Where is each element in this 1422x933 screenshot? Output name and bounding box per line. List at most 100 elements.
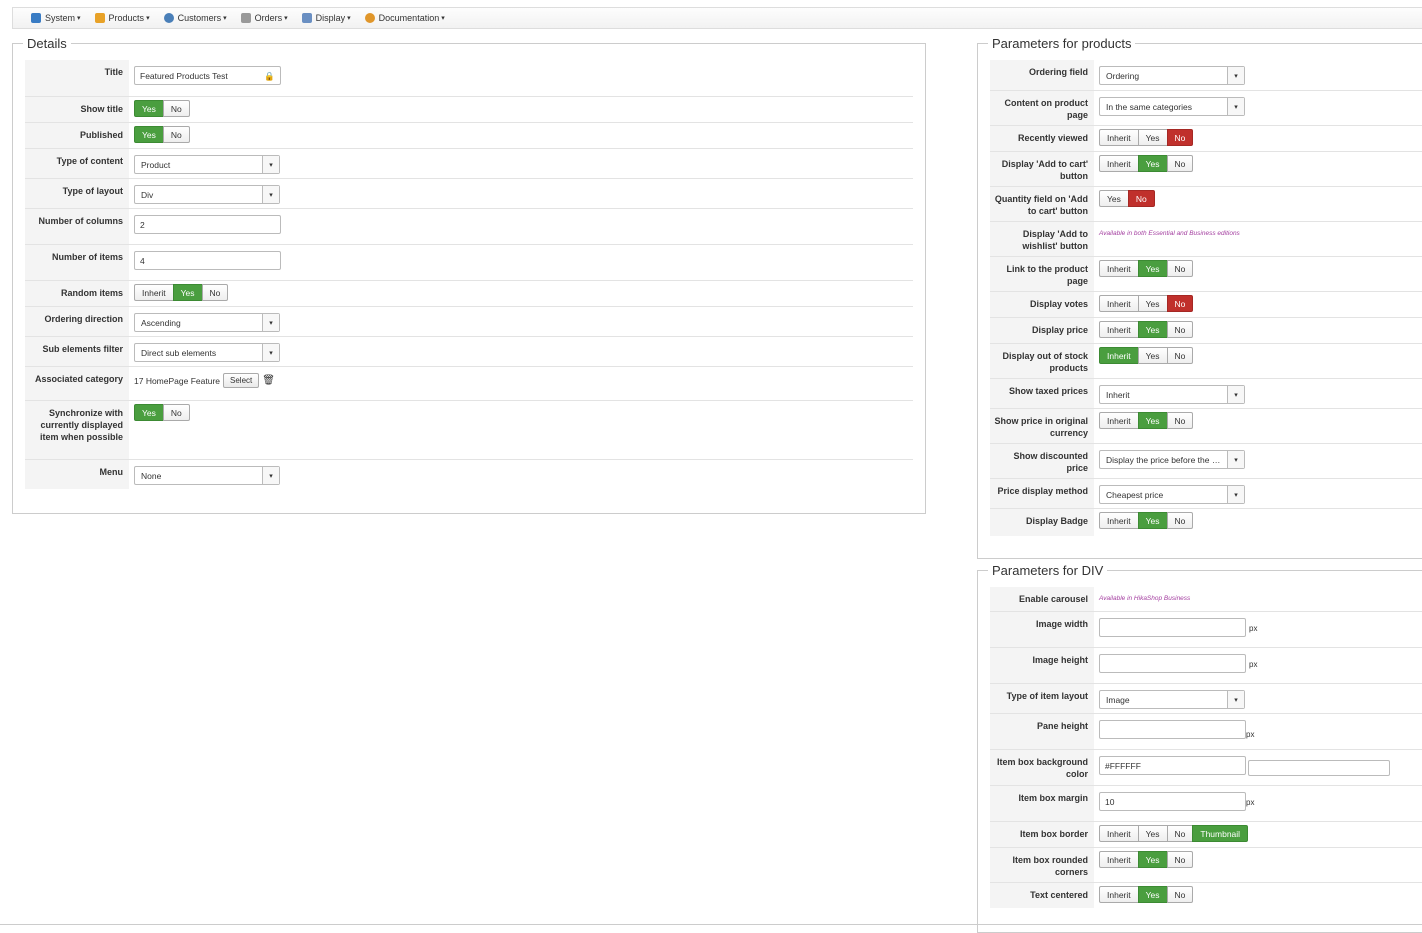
row-display-price: Display price Inherit Yes No [990, 317, 1422, 343]
original-currency-no[interactable]: No [1166, 412, 1194, 429]
random-items-yes[interactable]: Yes [172, 284, 203, 301]
customers-icon [163, 13, 174, 23]
item-layout-select[interactable]: Image ▾ [1099, 690, 1245, 709]
display-price-inherit[interactable]: Inherit [1099, 321, 1139, 338]
display-badge-yes[interactable]: Yes [1137, 512, 1168, 529]
published-no[interactable]: No [162, 126, 190, 143]
products-legend: Parameters for products [992, 36, 1132, 51]
ordering-direction-select[interactable]: Ascending ▾ [134, 313, 280, 332]
trash-icon[interactable]: 🗑 [262, 375, 275, 386]
box-border-no[interactable]: No [1166, 825, 1194, 842]
box-margin-input[interactable]: 10 [1099, 792, 1246, 811]
display-price-no[interactable]: No [1166, 321, 1194, 338]
title-input[interactable]: Featured Products Test 🔒 [134, 66, 281, 85]
menu-select[interactable]: None ▾ [134, 466, 280, 485]
display-badge-inherit[interactable]: Inherit [1099, 512, 1139, 529]
details-legend: Details [27, 36, 67, 51]
taxed-prices-select[interactable]: Inherit ▾ [1099, 385, 1245, 404]
row-quantity-field: Quantity field on 'Add to cart' button Y… [990, 186, 1422, 221]
num-columns-input[interactable]: 2 [134, 215, 281, 234]
chevron-down-icon: ▾ [1227, 98, 1244, 115]
display-price-yes[interactable]: Yes [1137, 321, 1168, 338]
recently-viewed-no[interactable]: No [1166, 129, 1194, 146]
products-icon [94, 13, 105, 23]
add-to-cart-yes[interactable]: Yes [1137, 155, 1168, 172]
caret-down-icon: ▾ [284, 15, 288, 22]
row-display-badge: Display Badge Inherit Yes No [990, 508, 1422, 536]
quantity-field-yes[interactable]: Yes [1099, 190, 1129, 207]
row-num-items: Number of items 4 [25, 244, 913, 280]
text-centered-no[interactable]: No [1166, 886, 1194, 903]
rounded-corners-no[interactable]: No [1166, 851, 1194, 868]
link-product-no[interactable]: No [1166, 260, 1194, 277]
menu-customers[interactable]: Customers ▾ [163, 13, 227, 23]
row-bg-color: Item box background color #FFFFFF [990, 749, 1422, 785]
original-currency-inherit[interactable]: Inherit [1099, 412, 1139, 429]
synchronize-no[interactable]: No [162, 404, 190, 421]
tools-icon [31, 13, 41, 23]
display-votes-inherit[interactable]: Inherit [1099, 295, 1139, 312]
type-content-select[interactable]: Product ▾ [134, 155, 280, 174]
box-border-inherit[interactable]: Inherit [1099, 825, 1139, 842]
num-items-input[interactable]: 4 [134, 251, 281, 270]
menu-orders[interactable]: Orders ▾ [240, 13, 288, 23]
wishlist-note: Available in both Essential and Business… [1099, 230, 1240, 237]
link-product-inherit[interactable]: Inherit [1099, 260, 1139, 277]
random-items-inherit[interactable]: Inherit [134, 284, 174, 301]
discounted-price-select[interactable]: Display the price before the … ▾ [1099, 450, 1245, 469]
box-border-yes[interactable]: Yes [1137, 825, 1168, 842]
original-currency-yes[interactable]: Yes [1137, 412, 1168, 429]
sub-elements-select[interactable]: Direct sub elements ▾ [134, 343, 280, 362]
random-items-no[interactable]: No [201, 284, 229, 301]
price-method-select[interactable]: Cheapest price ▾ [1099, 485, 1245, 504]
add-to-cart-inherit[interactable]: Inherit [1099, 155, 1139, 172]
caret-down-icon: ▾ [347, 15, 351, 22]
type-layout-select[interactable]: Div ▾ [134, 185, 280, 204]
menu-system[interactable]: System ▾ [31, 13, 81, 23]
out-of-stock-no[interactable]: No [1166, 347, 1194, 364]
text-centered-toggle: Inherit Yes No [1099, 886, 1194, 903]
image-width-input[interactable] [1099, 618, 1246, 637]
row-link-product: Link to the product page Inherit Yes No [990, 256, 1422, 291]
pane-height-label: Pane height [990, 714, 1094, 749]
image-height-input[interactable] [1099, 654, 1246, 673]
row-published: Published Yes No [25, 122, 913, 148]
recently-viewed-yes[interactable]: Yes [1137, 129, 1168, 146]
num-items-label: Number of items [25, 245, 129, 280]
lock-icon[interactable]: 🔒 [264, 71, 275, 81]
display-votes-no[interactable]: No [1166, 295, 1194, 312]
text-centered-yes[interactable]: Yes [1137, 886, 1168, 903]
pane-height-input[interactable] [1099, 720, 1246, 739]
display-votes-toggle: Inherit Yes No [1099, 295, 1194, 312]
content-product-page-select[interactable]: In the same categories ▾ [1099, 97, 1245, 116]
out-of-stock-yes[interactable]: Yes [1137, 347, 1168, 364]
display-badge-no[interactable]: No [1166, 512, 1194, 529]
show-title-no[interactable]: No [162, 100, 190, 117]
menu-documentation[interactable]: Documentation ▾ [364, 13, 445, 23]
menu-display[interactable]: Display ▾ [301, 13, 351, 23]
published-yes[interactable]: Yes [134, 126, 164, 143]
rounded-corners-yes[interactable]: Yes [1137, 851, 1168, 868]
link-product-yes[interactable]: Yes [1137, 260, 1168, 277]
display-price-toggle: Inherit Yes No [1099, 321, 1194, 338]
row-pane-height: Pane height px [990, 713, 1422, 749]
select-category-button[interactable]: Select [223, 373, 260, 388]
box-border-thumbnail[interactable]: Thumbnail [1192, 825, 1249, 842]
wishlist-label: Display 'Add to wishlist' button [990, 222, 1094, 256]
show-title-yes[interactable]: Yes [134, 100, 164, 117]
quantity-field-no[interactable]: No [1127, 190, 1155, 207]
rounded-corners-inherit[interactable]: Inherit [1099, 851, 1139, 868]
ordering-field-select[interactable]: Ordering ▾ [1099, 66, 1245, 85]
out-of-stock-inherit[interactable]: Inherit [1099, 347, 1139, 364]
row-box-border: Item box border Inherit Yes No Thumbnail [990, 821, 1422, 847]
bg-color-input[interactable]: #FFFFFF [1099, 756, 1246, 775]
display-votes-yes[interactable]: Yes [1137, 295, 1168, 312]
synchronize-yes[interactable]: Yes [134, 404, 164, 421]
recently-viewed-inherit[interactable]: Inherit [1099, 129, 1139, 146]
add-to-cart-no[interactable]: No [1166, 155, 1194, 172]
color-picker-input[interactable] [1248, 760, 1390, 776]
text-centered-inherit[interactable]: Inherit [1099, 886, 1139, 903]
chevron-down-icon: ▾ [262, 344, 279, 361]
row-ordering-direction: Ordering direction Ascending ▾ [25, 306, 913, 336]
menu-products[interactable]: Products ▾ [94, 13, 150, 23]
